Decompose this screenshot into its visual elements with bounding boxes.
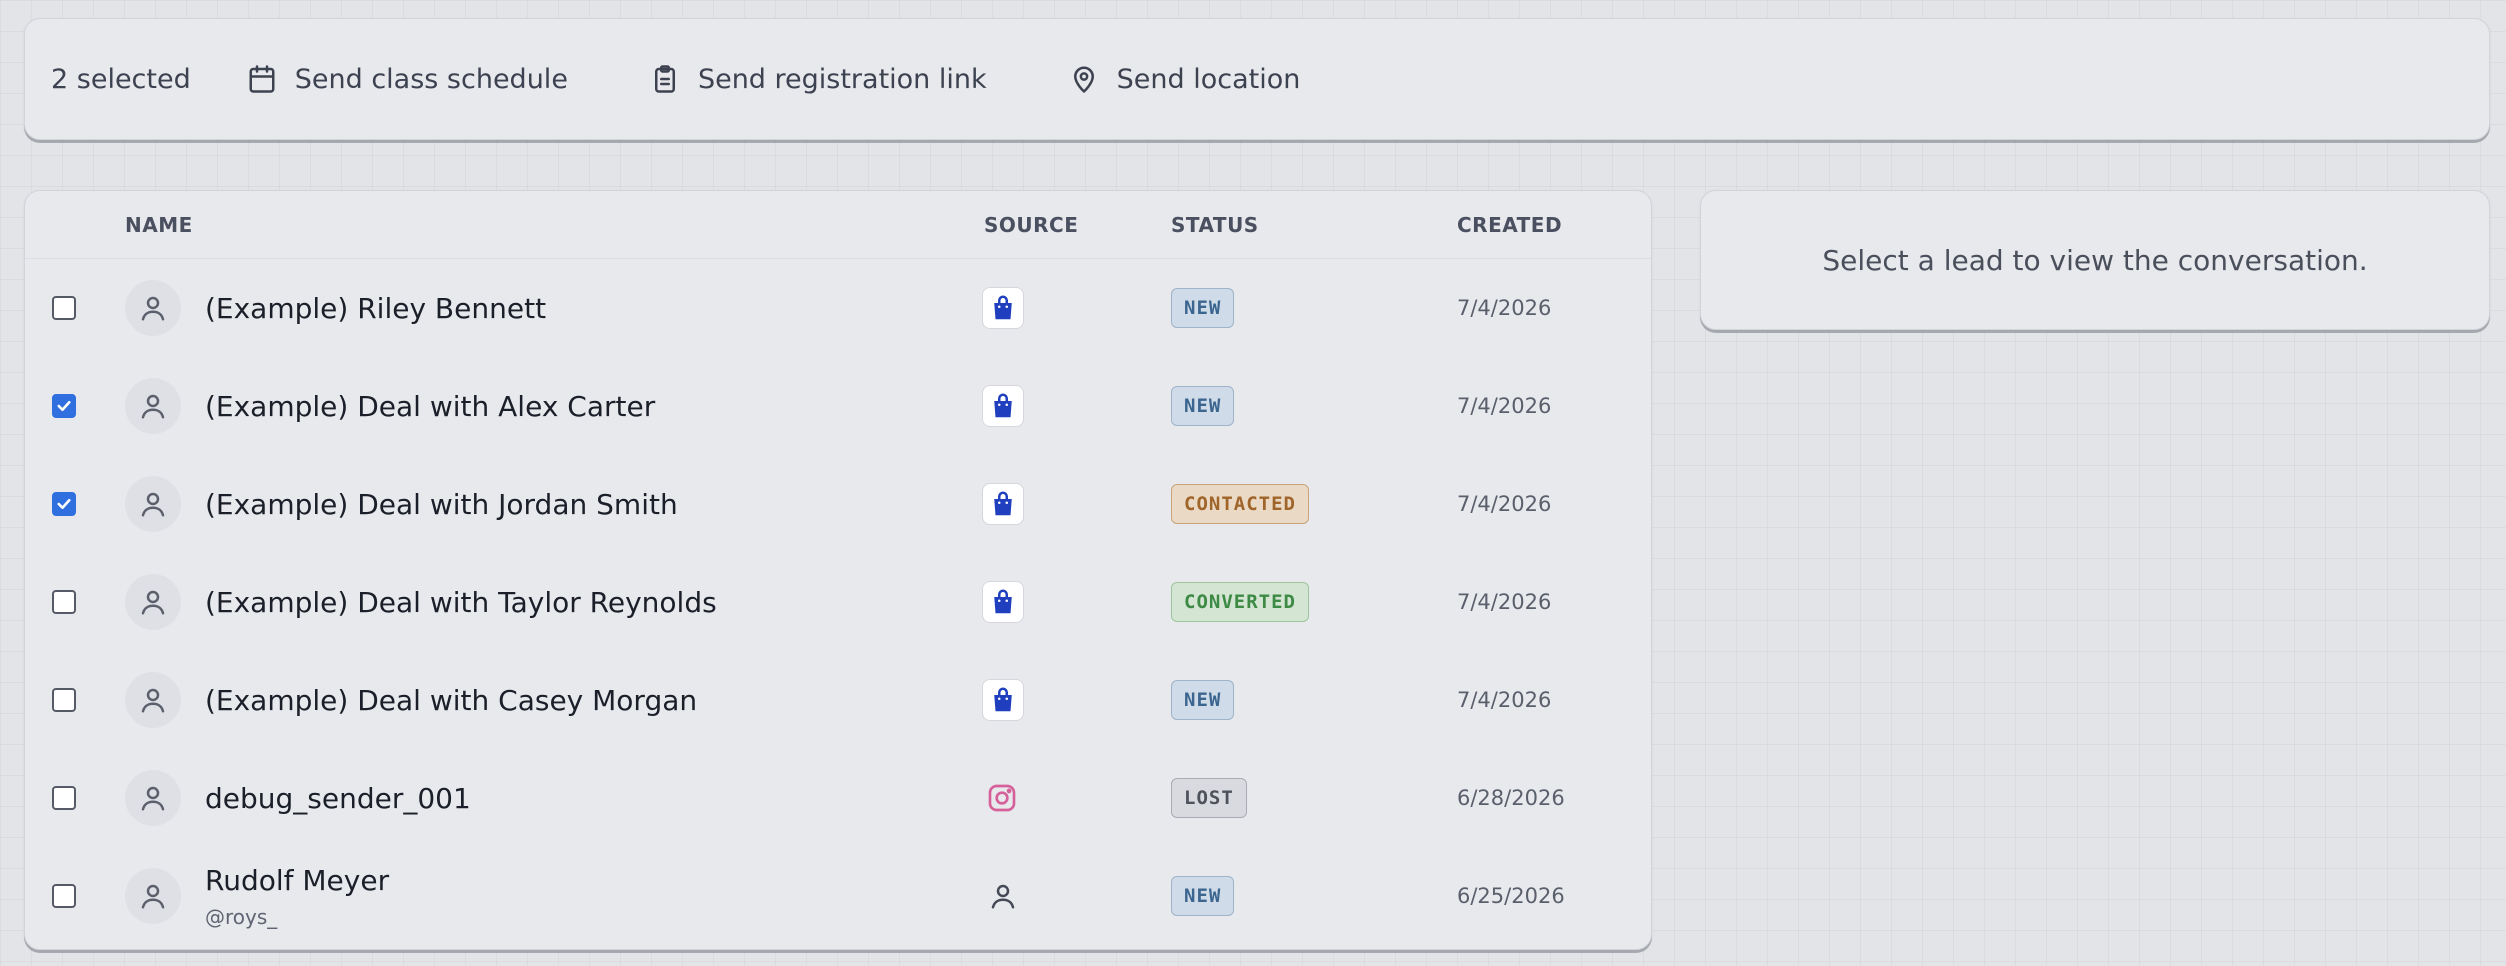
shopping-bag-icon bbox=[982, 483, 1024, 525]
row-select-checkbox[interactable] bbox=[52, 296, 76, 320]
lead-handle: @roys_ bbox=[205, 904, 278, 929]
user-icon bbox=[138, 587, 168, 617]
instagram-icon bbox=[986, 782, 1018, 814]
empty-conversation-message: Select a lead to view the conversation. bbox=[1822, 243, 2368, 277]
row-select-checkbox[interactable] bbox=[52, 688, 76, 712]
send-location-button[interactable]: Send location bbox=[1067, 62, 1301, 96]
send-class-schedule-button[interactable]: Send class schedule bbox=[245, 62, 568, 96]
table-header: NAME SOURCE STATUS CREATED bbox=[25, 191, 1651, 259]
created-date: 7/4/2026 bbox=[1457, 296, 1552, 320]
status-badge: LOST bbox=[1171, 778, 1247, 818]
lead-name[interactable]: (Example) Deal with Alex Carter bbox=[205, 390, 655, 423]
user-icon bbox=[138, 293, 168, 323]
created-date: 7/4/2026 bbox=[1457, 394, 1552, 418]
status-badge: NEW bbox=[1171, 680, 1235, 720]
status-badge: NEW bbox=[1171, 288, 1235, 328]
created-date: 6/25/2026 bbox=[1457, 884, 1565, 908]
table-row[interactable]: (Example) Deal with Casey Morgan NEW 7/4/2… bbox=[25, 651, 1651, 749]
send-registration-link-button[interactable]: Send registration link bbox=[648, 62, 987, 96]
column-header-source[interactable]: SOURCE bbox=[984, 213, 1078, 237]
avatar bbox=[125, 280, 181, 336]
lead-name[interactable]: Rudolf Meyer bbox=[205, 864, 389, 897]
user-icon bbox=[138, 391, 168, 421]
conversation-panel: Select a lead to view the conversation. bbox=[1700, 190, 2490, 330]
created-date: 7/4/2026 bbox=[1457, 492, 1552, 516]
user-icon bbox=[138, 489, 168, 519]
map-pin-icon bbox=[1067, 62, 1101, 96]
avatar bbox=[125, 770, 181, 826]
table-row[interactable]: (Example) Deal with Jordan Smith CONTACTE… bbox=[25, 455, 1651, 553]
bulk-action-toolbar: 2 selected Send class schedule Send regi… bbox=[24, 18, 2490, 140]
shopping-bag-icon bbox=[982, 287, 1024, 329]
avatar bbox=[125, 476, 181, 532]
avatar bbox=[125, 868, 181, 924]
shopping-bag-icon bbox=[982, 581, 1024, 623]
source-cell bbox=[982, 749, 1018, 847]
source-cell bbox=[982, 847, 1018, 945]
lead-name[interactable]: debug_sender_001 bbox=[205, 782, 471, 815]
source-cell bbox=[982, 259, 1024, 357]
status-badge: NEW bbox=[1171, 386, 1235, 426]
send-registration-link-label: Send registration link bbox=[697, 63, 987, 95]
row-select-checkbox[interactable] bbox=[52, 492, 76, 516]
lead-name[interactable]: (Example) Riley Bennett bbox=[205, 292, 546, 325]
row-select-checkbox[interactable] bbox=[52, 394, 76, 418]
selected-count: 2 selected bbox=[51, 63, 191, 95]
column-header-status[interactable]: STATUS bbox=[1171, 213, 1259, 237]
shopping-bag-icon bbox=[982, 679, 1024, 721]
source-cell bbox=[982, 651, 1024, 749]
status-badge: CONTACTED bbox=[1171, 484, 1309, 524]
clipboard-icon bbox=[648, 62, 682, 96]
calendar-icon bbox=[245, 62, 279, 96]
send-location-label: Send location bbox=[1116, 63, 1301, 95]
created-date: 7/4/2026 bbox=[1457, 590, 1552, 614]
source-cell bbox=[982, 357, 1024, 455]
column-header-name[interactable]: NAME bbox=[125, 213, 193, 237]
avatar bbox=[125, 378, 181, 434]
user-icon bbox=[988, 881, 1018, 911]
row-select-checkbox[interactable] bbox=[52, 786, 76, 810]
user-icon bbox=[138, 783, 168, 813]
source-cell bbox=[982, 553, 1024, 651]
leads-table: NAME SOURCE STATUS CREATED (Example) Ril… bbox=[24, 190, 1652, 950]
lead-name[interactable]: (Example) Deal with Jordan Smith bbox=[205, 488, 678, 521]
lead-name[interactable]: (Example) Deal with Taylor Reynolds bbox=[205, 586, 717, 619]
created-date: 6/28/2026 bbox=[1457, 786, 1565, 810]
column-header-created[interactable]: CREATED bbox=[1457, 213, 1562, 237]
avatar bbox=[125, 672, 181, 728]
created-date: 7/4/2026 bbox=[1457, 688, 1552, 712]
shopping-bag-icon bbox=[982, 385, 1024, 427]
table-row[interactable]: Rudolf Meyer @roys_ NEW 6/25/2026 bbox=[25, 847, 1651, 945]
user-icon bbox=[138, 685, 168, 715]
send-class-schedule-label: Send class schedule bbox=[294, 63, 568, 95]
source-cell bbox=[982, 455, 1024, 553]
lead-name[interactable]: (Example) Deal with Casey Morgan bbox=[205, 684, 697, 717]
avatar bbox=[125, 574, 181, 630]
user-icon bbox=[138, 881, 168, 911]
row-select-checkbox[interactable] bbox=[52, 590, 76, 614]
table-row[interactable]: (Example) Riley Bennett NEW 7/4/2026 bbox=[25, 259, 1651, 357]
table-row[interactable]: debug_sender_001 LOST 6/28/2026 bbox=[25, 749, 1651, 847]
row-select-checkbox[interactable] bbox=[52, 884, 76, 908]
table-row[interactable]: (Example) Deal with Alex Carter NEW 7/4/20… bbox=[25, 357, 1651, 455]
status-badge: NEW bbox=[1171, 876, 1235, 916]
table-row[interactable]: (Example) Deal with Taylor Reynolds CONVE… bbox=[25, 553, 1651, 651]
status-badge: CONVERTED bbox=[1171, 582, 1309, 622]
